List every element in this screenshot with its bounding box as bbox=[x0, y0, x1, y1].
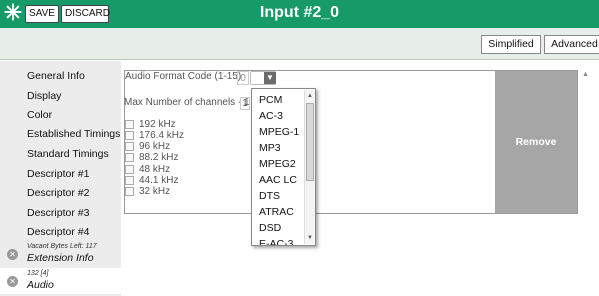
audio-bytes-text: 132 [4] bbox=[27, 270, 49, 277]
dropdown-option[interactable]: ATRAC bbox=[259, 204, 294, 220]
dropdown-option[interactable]: MPEG-1 bbox=[259, 124, 299, 140]
checkbox[interactable] bbox=[125, 165, 134, 174]
dropdown-option[interactable]: MPEG2 bbox=[259, 156, 296, 172]
page-title: Input #2_0 bbox=[259, 4, 340, 21]
sample-rate-label: 192 kHz bbox=[139, 119, 176, 130]
sample-rate-option[interactable]: 88.2 kHz bbox=[125, 152, 235, 163]
sidebar-item-standard-timings[interactable]: Standard Timings bbox=[0, 144, 121, 164]
sample-rate-label: 96 kHz bbox=[139, 141, 171, 152]
vacant-bytes-text: Vacant Bytes Left: 117 bbox=[27, 243, 97, 250]
sidebar-item-display[interactable]: Display bbox=[0, 86, 121, 106]
sample-rate-label: 176.4 kHz bbox=[139, 130, 185, 141]
sample-rate-option[interactable]: 96 kHz bbox=[125, 141, 235, 152]
sidebar-item-label: Audio bbox=[27, 279, 54, 291]
sample-rate-option[interactable]: 176.4 kHz bbox=[125, 130, 235, 141]
sample-rate-label: 32 kHz bbox=[139, 186, 171, 197]
simplified-mode-button[interactable]: Simplified bbox=[481, 35, 541, 54]
chevron-down-icon[interactable]: ▼ bbox=[264, 72, 276, 84]
sample-rate-option[interactable]: 48 kHz bbox=[125, 164, 235, 175]
sidebar-item-label: Extension Info bbox=[27, 252, 94, 264]
sample-rate-label: 48 kHz bbox=[139, 164, 171, 175]
checkbox[interactable] bbox=[125, 120, 134, 129]
checkbox[interactable] bbox=[125, 153, 134, 162]
close-icon[interactable]: ✕ bbox=[7, 249, 18, 260]
mode-bar: Simplified Advanced bbox=[0, 28, 599, 60]
sample-rate-option[interactable]: 32 kHz bbox=[125, 186, 235, 197]
max-channels-label: Max Number of channels - 1 bbox=[124, 97, 250, 108]
scroll-up-icon[interactable]: ▲ bbox=[306, 92, 314, 100]
sample-rate-label: 88.2 kHz bbox=[139, 152, 179, 163]
sample-rate-label: 44.1 kHz bbox=[139, 175, 179, 186]
scroll-up-icon[interactable]: ▲ bbox=[582, 71, 589, 79]
sidebar-item-descriptor-4[interactable]: Descriptor #4 bbox=[0, 222, 121, 242]
sidebar-item-color[interactable]: Color bbox=[0, 105, 121, 125]
checkbox[interactable] bbox=[125, 176, 134, 185]
sample-rate-option[interactable]: 192 kHz bbox=[125, 119, 235, 130]
dropdown-option[interactable]: MP3 bbox=[259, 140, 281, 156]
checkbox[interactable] bbox=[125, 131, 134, 140]
audio-format-dropdown[interactable]: PCM AC-3 MPEG-1 MP3 MPEG2 AAC LC DTS ATR… bbox=[251, 88, 316, 246]
sidebar-item-descriptor-1[interactable]: Descriptor #1 bbox=[0, 164, 121, 184]
dropdown-option[interactable]: DTS bbox=[259, 188, 280, 204]
sidebar-item-general-info[interactable]: General Info bbox=[0, 66, 121, 86]
checkbox[interactable] bbox=[125, 187, 134, 196]
sidebar-item-descriptor-3[interactable]: Descriptor #3 bbox=[0, 203, 121, 223]
remove-button[interactable]: Remove bbox=[495, 71, 577, 213]
sample-rate-option[interactable]: 44.1 kHz bbox=[125, 175, 235, 186]
dropdown-option[interactable]: DSD bbox=[259, 220, 281, 236]
dropdown-option[interactable]: AC-3 bbox=[259, 108, 283, 124]
sidebar-item-established-timings[interactable]: Established Timings bbox=[0, 124, 121, 144]
checkbox[interactable] bbox=[125, 142, 134, 151]
dropdown-scrollbar[interactable]: ▲ ▼ bbox=[304, 90, 315, 244]
dropdown-option[interactable]: AAC LC bbox=[259, 172, 297, 188]
sidebar-item-audio[interactable]: ✕ 132 [4] Audio bbox=[0, 268, 121, 294]
sidebar-item-extension-info[interactable]: ✕ Vacant Bytes Left: 117 Extension Info bbox=[0, 241, 121, 267]
advanced-mode-button[interactable]: Advanced bbox=[544, 35, 599, 54]
dropdown-option[interactable]: PCM bbox=[259, 92, 282, 108]
scrollbar-thumb[interactable] bbox=[306, 103, 314, 181]
sidebar: General Info Display Color Established T… bbox=[0, 61, 121, 296]
audio-format-code-label: Audio Format Code (1-15) bbox=[125, 71, 242, 82]
scroll-down-icon[interactable]: ▼ bbox=[306, 234, 314, 242]
dropdown-option[interactable]: E-AC-3 bbox=[259, 236, 293, 245]
sidebar-item-descriptor-2[interactable]: Descriptor #2 bbox=[0, 183, 121, 203]
title-bar: ✳ SAVE DISCARD Input #2_0 bbox=[0, 0, 599, 28]
close-icon[interactable]: ✕ bbox=[7, 276, 18, 287]
max-channels-input[interactable]: 1 bbox=[240, 97, 250, 110]
audio-format-code-value: 0 bbox=[237, 71, 249, 85]
